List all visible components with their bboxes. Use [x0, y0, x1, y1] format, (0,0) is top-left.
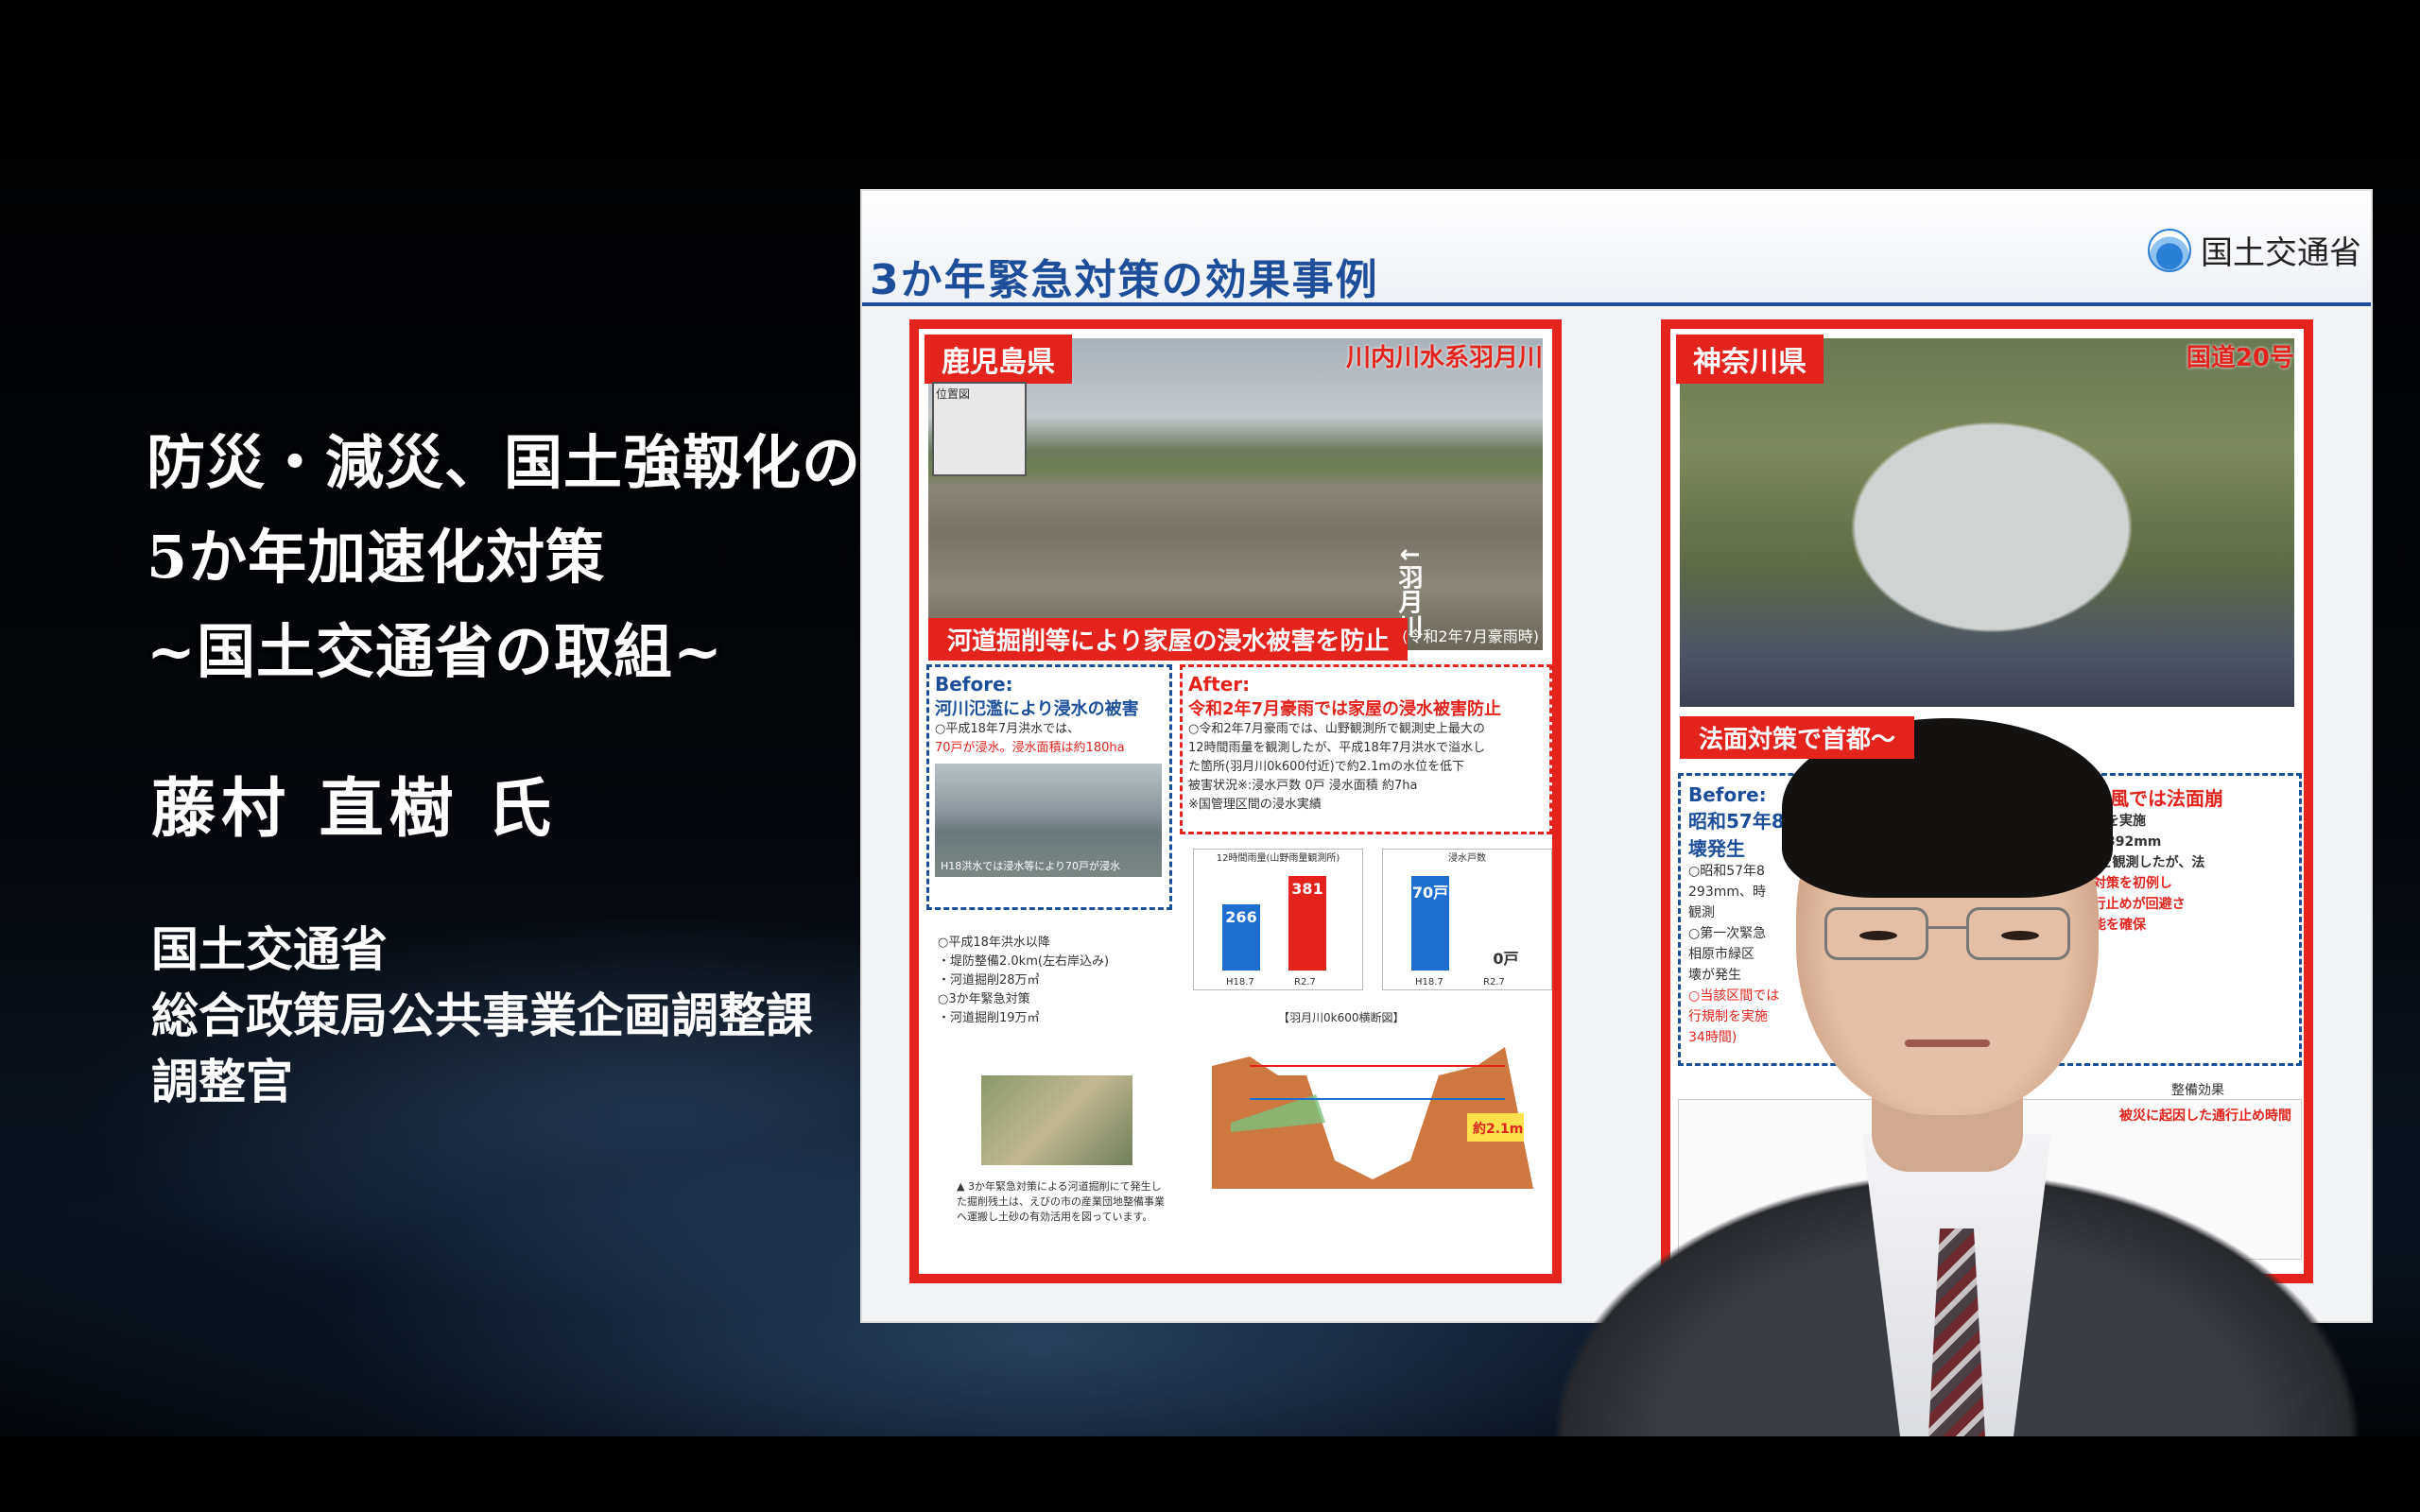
measure-item: ・堤防整備2.0km(左右岸込み) — [938, 954, 1110, 969]
glasses-lens — [1824, 907, 1928, 960]
ministry-name: 国土交通省 — [2201, 234, 2361, 272]
after-line: 12時間雨量を観測したが、平成18年7月洪水で溢水し — [1188, 741, 1486, 755]
measure-item: ・河道掘削19万㎥ — [938, 1011, 1040, 1025]
affiliation-line: 調整官 — [151, 1054, 293, 1109]
route-name: 国道20号 — [2186, 344, 2294, 372]
bar-x-label: H18.7 — [1415, 977, 1443, 988]
chart-bar: 381 — [1288, 876, 1326, 971]
excavation-site-photo — [981, 1075, 1132, 1165]
ministry-emblem-icon — [2148, 228, 2191, 272]
river-name: 川内川水系羽月川 — [1345, 344, 1543, 372]
after-heading: 令和2年7月豪雨では家屋の浸水被害防止 — [1188, 699, 1502, 719]
presenter-video — [1550, 699, 2363, 1436]
flooded-houses-chart: 浸水戸数 70戸 0戸 H18.7 R2.7 — [1382, 849, 1552, 990]
location-map-label: 位置図 — [936, 387, 971, 401]
photo-caption: 河道掘削等により家屋の浸水被害を防止 — [928, 618, 1409, 661]
measure-item: ○3か年緊急対策 — [938, 992, 1030, 1006]
after-note: ※国管理区間の浸水実績 — [1188, 798, 1322, 812]
case-panel-kagoshima: 鹿児島県 川内川水系羽月川 位置図 ↓羽月川 河道掘削等により家屋の浸水被害を防… — [909, 319, 1562, 1283]
presenter-glasses — [1824, 907, 2070, 964]
slide-title-underline — [862, 302, 2371, 306]
prefecture-tag: 鹿児島県 — [925, 335, 1072, 384]
bottom-black-bar — [0, 1436, 2420, 1512]
chart-title: 12時間雨量(山野雨量観測所) — [1216, 853, 1340, 864]
flood-photo-caption: H18洪水では浸水等により70戸が浸水 — [941, 860, 1121, 872]
after-title: After: — [1188, 673, 1251, 696]
glasses-lens — [1966, 907, 2070, 960]
slope-photo — [1680, 338, 2294, 707]
affiliation-line: 総合政策局公共事業企画調整課 — [151, 988, 813, 1043]
bar-x-label: R2.7 — [1294, 977, 1316, 988]
eye — [1859, 931, 1897, 940]
prefecture-tag: 神奈川県 — [1676, 335, 1824, 384]
chart-title: 浸水戸数 — [1448, 853, 1486, 864]
measure-item: ・河道掘削28万㎥ — [938, 973, 1040, 988]
chart-bar: 266 — [1222, 904, 1260, 971]
bar-value: 266 — [1225, 908, 1257, 926]
bar-value: 70戸 — [1411, 884, 1449, 902]
cross-section-title: 【羽月川0k600横断図】 — [1278, 1011, 1405, 1024]
before-heading: 河川氾濫により浸水の被害 — [935, 699, 1139, 719]
location-map: 位置図 — [932, 382, 1027, 476]
site-caption: ▲ 3か年緊急対策による河道掘削にて発生した掘削残土は、えびの市の産業団地整備事… — [957, 1180, 1165, 1223]
after-line: ○令和2年7月豪雨では、山野観測所で観測史上最大の — [1188, 722, 1485, 736]
cross-section-graphic — [1212, 1047, 1533, 1189]
flood-photo: H18洪水では浸水等により70戸が浸水 — [935, 764, 1162, 877]
speaker-affiliation: 国土交通省 総合政策局公共事業企画調整課 調整官 — [151, 917, 813, 1115]
photo-caption: 法面対策で首都～ — [1680, 716, 1915, 759]
chart-bar: 70戸 — [1411, 876, 1449, 971]
water-level-drop: 約2.1m — [1473, 1122, 1524, 1137]
before-line: 70戸が浸水。浸水面積は約180ha — [935, 741, 1125, 755]
speaker-name: 藤村 直樹 氏 — [151, 771, 558, 847]
before-box: Before: 河川氾濫により浸水の被害 ○平成18年7月洪水では、 70戸が浸… — [926, 664, 1172, 910]
before-title: Before: — [935, 673, 1013, 696]
down-arrow-icon: ↓ — [1394, 544, 1423, 565]
after-box: After: 令和2年7月豪雨では家屋の浸水被害防止 ○令和2年7月豪雨では、山… — [1180, 664, 1552, 834]
bar-value: 381 — [1291, 880, 1323, 898]
bar-x-label: R2.7 — [1483, 977, 1505, 988]
rainfall-chart: 12時間雨量(山野雨量観測所) 266 381 H18.7 R2.7 — [1193, 849, 1363, 990]
bar-x-label: H18.7 — [1226, 977, 1254, 988]
photo-date: (令和2年7月豪雨時) — [1402, 627, 1539, 645]
ministry-logo: 国土交通省 — [2148, 227, 2361, 273]
measures-list: ○平成18年洪水以降 ・堤防整備2.0km(左右岸込み) ・河道掘削28万㎥ ○… — [938, 934, 1165, 1028]
before-line: ○平成18年7月洪水では、 — [935, 722, 1080, 736]
glasses-bridge — [1928, 926, 1966, 929]
presenter-mouth — [1905, 1040, 1990, 1047]
cross-section-diagram: 【羽月川0k600横断図】 約2.1m — [1193, 1009, 1552, 1198]
bar-value: 0戸 — [1493, 950, 1519, 968]
measure-item: ○平成18年洪水以降 — [938, 936, 1050, 950]
after-line: 被害状況※:浸水戸数 0戸 浸水面積 約7ha — [1188, 779, 1418, 793]
affiliation-line: 国土交通省 — [151, 921, 388, 977]
eye — [2001, 931, 2039, 940]
after-line: た箇所(羽月川0k600付近)で約2.1mの水位を低下 — [1188, 760, 1465, 774]
slide-title: 3か年緊急対策の効果事例 — [870, 256, 1379, 304]
